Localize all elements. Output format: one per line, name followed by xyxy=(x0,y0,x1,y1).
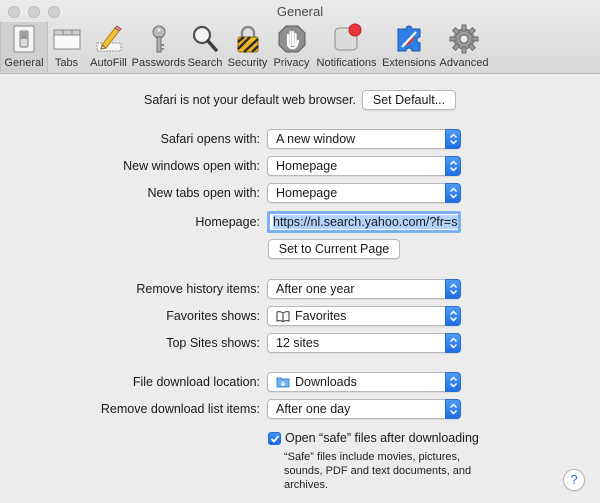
safari-opens-with-label: Safari opens with: xyxy=(160,132,260,146)
download-location-popup[interactable]: Downloads xyxy=(267,372,461,392)
general-switch-icon xyxy=(13,25,35,53)
top-sites-popup[interactable]: 12 sites xyxy=(267,333,461,353)
tab-autofill[interactable]: AutoFill xyxy=(85,22,132,72)
tab-tabs-label: Tabs xyxy=(54,57,79,69)
new-tabs-value: Homepage xyxy=(276,186,338,200)
book-icon xyxy=(276,311,290,322)
top-sites-label: Top Sites shows: xyxy=(166,336,260,350)
open-safe-files-label[interactable]: Open “safe” files after downloading xyxy=(285,431,479,445)
download-location-row: File download location: Downloads xyxy=(0,372,600,394)
remove-downloads-row: Remove download list items: After one da… xyxy=(0,399,600,421)
magnifier-icon xyxy=(192,25,218,52)
safe-files-note: “Safe” files include movies, pictures, s… xyxy=(284,451,472,491)
popup-arrows-icon xyxy=(445,399,461,419)
tabs-icon xyxy=(53,29,80,50)
tab-security-label: Security xyxy=(227,57,268,69)
tab-extensions[interactable]: Extensions xyxy=(380,22,438,72)
tab-search[interactable]: Search xyxy=(185,22,225,72)
tab-notifications[interactable]: Notifications xyxy=(313,22,380,72)
top-sites-row: Top Sites shows: 12 sites xyxy=(0,333,600,355)
download-location-value: Downloads xyxy=(295,375,357,389)
autofill-pencil-icon xyxy=(96,25,122,52)
remove-history-row: Remove history items: After one year xyxy=(0,279,600,301)
tab-passwords[interactable]: Passwords xyxy=(132,22,185,72)
tab-notifications-label: Notifications xyxy=(316,57,377,69)
tab-autofill-label: AutoFill xyxy=(90,57,127,69)
popup-arrows-icon xyxy=(445,279,461,299)
gear-icon xyxy=(449,24,479,54)
default-browser-row: Safari is not your default web browser. … xyxy=(0,89,600,111)
window-chrome: General General Tabs AutoFill Passwords … xyxy=(0,0,600,74)
window-title: General xyxy=(276,4,324,19)
tab-privacy-label: Privacy xyxy=(273,57,310,69)
set-default-button[interactable]: Set Default... xyxy=(362,90,456,110)
checkmark-icon xyxy=(270,435,280,443)
homepage-label: Homepage: xyxy=(195,215,260,229)
tab-general[interactable]: General xyxy=(0,22,48,72)
tab-general-label: General xyxy=(4,57,44,69)
remove-history-popup[interactable]: After one year xyxy=(267,279,461,299)
new-tabs-row: New tabs open with: Homepage xyxy=(0,183,600,205)
new-windows-popup[interactable]: Homepage xyxy=(267,156,461,176)
notification-badge-icon xyxy=(334,23,361,51)
downloads-folder-icon xyxy=(276,377,290,388)
padlock-icon xyxy=(236,25,259,53)
new-tabs-label: New tabs open with: xyxy=(147,186,260,200)
popup-arrows-icon xyxy=(445,372,461,392)
tab-passwords-label: Passwords xyxy=(131,57,186,69)
set-to-current-page-button[interactable]: Set to Current Page xyxy=(268,239,400,259)
tab-privacy[interactable]: Privacy xyxy=(270,22,313,72)
new-tabs-popup[interactable]: Homepage xyxy=(267,183,461,203)
homepage-input[interactable]: https://nl.search.yahoo.com/?fr=sp xyxy=(267,211,461,233)
remove-history-value: After one year xyxy=(276,282,355,296)
popup-arrows-icon xyxy=(445,306,461,326)
safari-opens-with-row: Safari opens with: A new window xyxy=(0,129,600,151)
top-sites-value: 12 sites xyxy=(276,336,320,350)
puzzle-icon xyxy=(397,25,421,52)
favorites-shows-row: Favorites shows: Favorites xyxy=(0,306,600,328)
default-browser-message: Safari is not your default web browser. xyxy=(144,93,356,107)
popup-arrows-icon xyxy=(445,156,461,176)
tab-advanced-label: Advanced xyxy=(439,57,489,69)
popup-arrows-icon xyxy=(445,333,461,353)
help-button[interactable]: ? xyxy=(563,469,585,491)
favorites-shows-popup[interactable]: Favorites xyxy=(267,306,461,326)
popup-arrows-icon xyxy=(445,183,461,203)
tab-advanced[interactable]: Advanced xyxy=(438,22,490,72)
tab-tabs[interactable]: Tabs xyxy=(48,22,85,72)
download-location-label: File download location: xyxy=(132,375,260,389)
new-windows-label: New windows open with: xyxy=(123,159,260,173)
tab-extensions-label: Extensions xyxy=(382,57,436,69)
key-icon xyxy=(152,25,165,53)
remove-downloads-value: After one day xyxy=(276,402,351,416)
remove-history-label: Remove history items: xyxy=(136,282,260,296)
open-safe-files-checkbox[interactable] xyxy=(268,432,281,445)
new-windows-value: Homepage xyxy=(276,159,338,173)
favorites-shows-value: Favorites xyxy=(295,309,347,323)
homepage-input-value: https://nl.search.yahoo.com/?fr=sp xyxy=(273,215,458,229)
remove-downloads-label: Remove download list items: xyxy=(100,402,260,416)
popup-arrows-icon xyxy=(445,129,461,149)
preferences-toolbar: General Tabs AutoFill Passwords Search S… xyxy=(0,22,490,72)
tab-security[interactable]: Security xyxy=(225,22,270,72)
new-windows-row: New windows open with: Homepage xyxy=(0,156,600,178)
tab-search-label: Search xyxy=(187,57,223,69)
safari-opens-with-value: A new window xyxy=(276,132,356,146)
hand-icon xyxy=(278,25,305,53)
remove-downloads-popup[interactable]: After one day xyxy=(267,399,461,419)
favorites-shows-label: Favorites shows: xyxy=(166,309,260,323)
safari-opens-with-popup[interactable]: A new window xyxy=(267,129,461,149)
